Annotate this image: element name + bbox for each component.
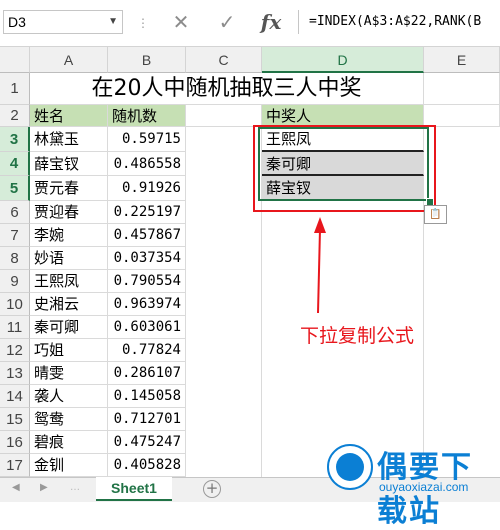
name-cell[interactable]: 妙语 — [30, 247, 108, 270]
row-header-12[interactable]: 12 — [0, 339, 30, 362]
column-header-c[interactable]: C — [186, 47, 262, 73]
row-header-11[interactable]: 11 — [0, 316, 30, 339]
random-cell[interactable]: 0.405828 — [108, 454, 186, 477]
name-box[interactable]: D3 ▼ — [3, 10, 123, 34]
random-cell[interactable]: 0.712701 — [108, 408, 186, 431]
column-header-b[interactable]: B — [108, 47, 186, 73]
row-header-6[interactable]: 6 — [0, 201, 30, 224]
row-header-17[interactable]: 17 — [0, 454, 30, 477]
random-cell[interactable]: 0.457867 — [108, 224, 186, 247]
column-c-cells[interactable] — [186, 127, 262, 477]
random-cell[interactable]: 0.77824 — [108, 339, 186, 362]
column-header-e[interactable]: E — [424, 47, 500, 73]
row-header-8[interactable]: 8 — [0, 247, 30, 270]
x-icon[interactable]: ✕ — [168, 8, 194, 36]
sheet-title-cell[interactable]: 在20人中随机抽取三人中奖 — [30, 73, 424, 105]
name-cell[interactable]: 林黛玉 — [30, 127, 108, 152]
tab-sheet1[interactable]: Sheet1 — [96, 477, 172, 501]
brand-icon — [327, 444, 373, 490]
select-all-corner[interactable] — [0, 47, 30, 73]
row-header-16[interactable]: 16 — [0, 431, 30, 454]
more-tabs-icon[interactable]: … — [70, 482, 80, 493]
next-sheet-icon[interactable]: ▶ — [40, 482, 48, 493]
name-cell[interactable]: 贾迎春 — [30, 201, 108, 224]
column-header-d[interactable]: D — [262, 47, 424, 73]
formula-bar: D3 ▼ ⋮ ✕ ✓ fx =INDEX(A$3:A$22,RANK(B — [0, 0, 500, 47]
name-cell[interactable]: 秦可卿 — [30, 316, 108, 339]
cell-c2[interactable] — [186, 105, 262, 127]
random-cell[interactable]: 0.286107 — [108, 362, 186, 385]
header-winner-cell[interactable]: 中奖人 — [262, 105, 424, 127]
formula-input[interactable]: =INDEX(A$3:A$22,RANK(B — [298, 10, 500, 34]
highlight-box — [253, 125, 436, 212]
row-header-15[interactable]: 15 — [0, 408, 30, 431]
random-cell[interactable]: 0.225197 — [108, 201, 186, 224]
name-cell[interactable]: 巧姐 — [30, 339, 108, 362]
cell-e1[interactable] — [424, 73, 500, 105]
random-cell[interactable]: 0.91926 — [108, 176, 186, 201]
name-cell[interactable]: 贾元春 — [30, 176, 108, 201]
row-header-4[interactable]: 4 — [0, 152, 30, 176]
row-header-10[interactable]: 10 — [0, 293, 30, 316]
name-cell[interactable]: 晴雯 — [30, 362, 108, 385]
fx-icon[interactable]: fx — [258, 8, 284, 36]
random-cell[interactable]: 0.59715 — [108, 127, 186, 152]
row-header-9[interactable]: 9 — [0, 270, 30, 293]
random-cell[interactable]: 0.963974 — [108, 293, 186, 316]
watermark-logo: 偶要下载站 ouyaoxiazai.com — [327, 440, 497, 529]
row-header-7[interactable]: 7 — [0, 224, 30, 247]
column-header-a[interactable]: A — [30, 47, 108, 73]
check-icon[interactable]: ✓ — [214, 8, 240, 36]
name-cell[interactable]: 薛宝钗 — [30, 152, 108, 176]
header-name-cell[interactable]: 姓名 — [30, 105, 108, 127]
row-header-14[interactable]: 14 — [0, 385, 30, 408]
random-cell[interactable]: 0.486558 — [108, 152, 186, 176]
row-header-5[interactable]: 5 — [0, 176, 30, 201]
name-cell[interactable]: 王熙凤 — [30, 270, 108, 293]
paste-options-icon[interactable]: 📋 — [424, 205, 447, 224]
plus-icon[interactable]: + — [203, 480, 221, 498]
row-header-1[interactable]: 1 — [0, 73, 30, 105]
row-header-3[interactable]: 3 — [0, 127, 30, 152]
chevron-down-icon[interactable]: ▼ — [108, 11, 118, 33]
name-box-value: D3 — [8, 14, 26, 30]
random-cell[interactable]: 0.790554 — [108, 270, 186, 293]
random-cell[interactable]: 0.145058 — [108, 385, 186, 408]
random-cell[interactable]: 0.475247 — [108, 431, 186, 454]
name-cell[interactable]: 袭人 — [30, 385, 108, 408]
name-cell[interactable]: 鸳鸯 — [30, 408, 108, 431]
prev-sheet-icon[interactable]: ◀ — [12, 482, 20, 493]
name-cell[interactable]: 史湘云 — [30, 293, 108, 316]
drag-handle-icon[interactable]: ⋮ — [137, 14, 149, 32]
header-random-cell[interactable]: 随机数 — [108, 105, 186, 127]
random-cell[interactable]: 0.603061 — [108, 316, 186, 339]
name-cell[interactable]: 李婉 — [30, 224, 108, 247]
name-cell[interactable]: 金钏 — [30, 454, 108, 477]
row-header-13[interactable]: 13 — [0, 362, 30, 385]
brand-url: ouyaoxiazai.com — [379, 480, 469, 494]
annotation-text: 下拉复制公式 — [300, 325, 415, 347]
name-cell[interactable]: 碧痕 — [30, 431, 108, 454]
random-cell[interactable]: 0.037354 — [108, 247, 186, 270]
row-header-2[interactable]: 2 — [0, 105, 30, 127]
arrow-up-icon — [314, 217, 326, 314]
